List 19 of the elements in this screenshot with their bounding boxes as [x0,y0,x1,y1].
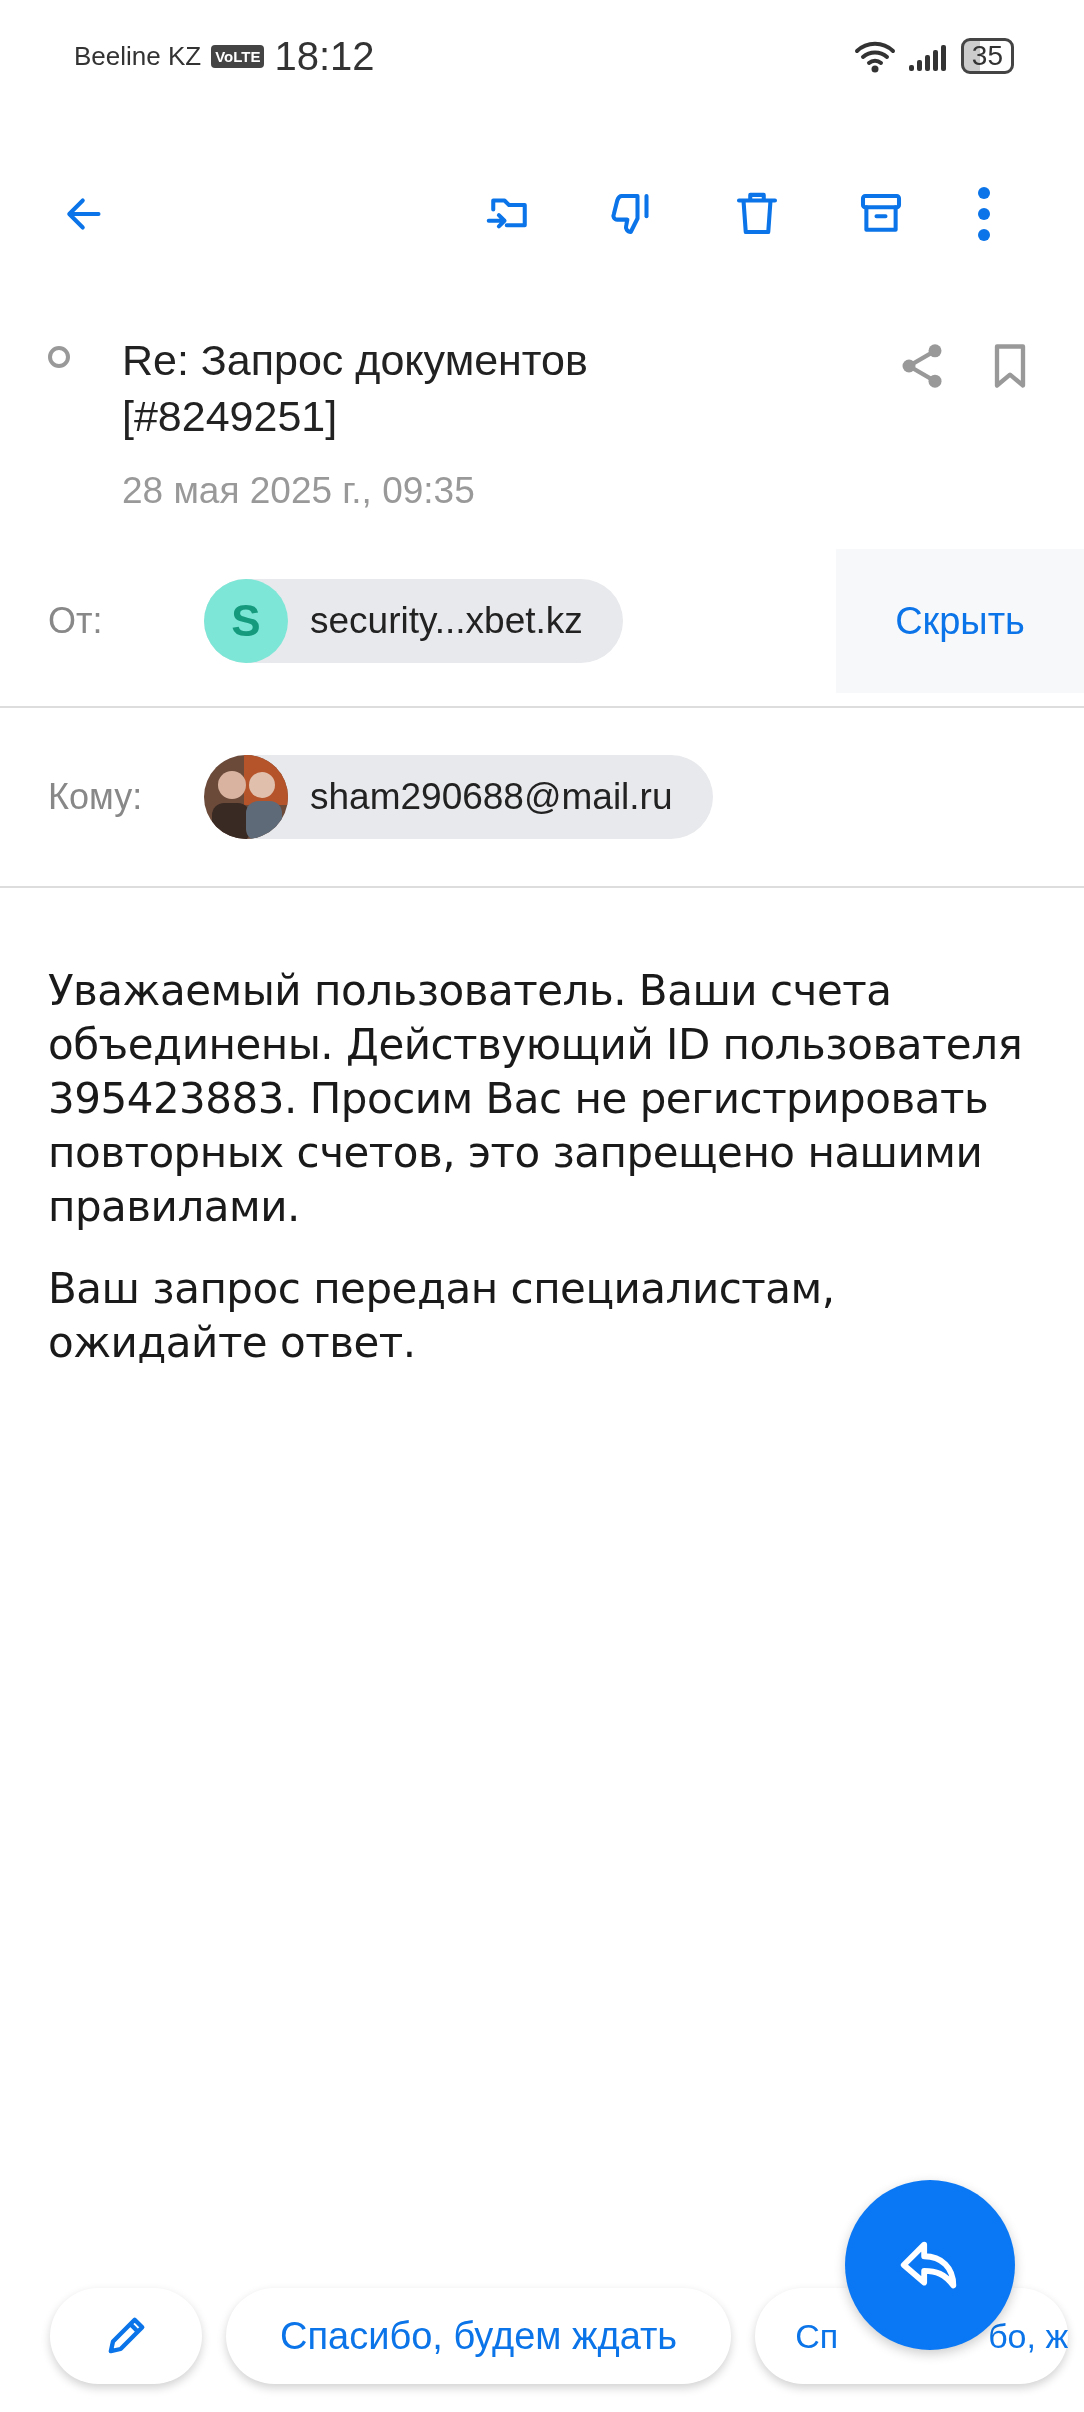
carrier-name: Beeline KZ [74,40,202,72]
quick-reply-button[interactable]: Спасибо, будем ждать [226,2288,732,2384]
from-label: От: [48,600,104,642]
read-status-dot[interactable] [48,346,70,368]
more-icon [978,187,990,241]
message-date: 28 мая 2025 г., 09:35 [122,470,476,512]
recipient-chip[interactable]: sham290688@mail.ru [204,755,713,839]
wifi-icon [852,39,897,73]
sender-avatar: S [204,579,288,663]
message-subject: Re: Запрос документов [#8249251] [122,335,589,442]
hide-button[interactable]: Скрыть [836,549,1084,693]
clock: 18:12 [274,33,375,79]
edit-button[interactable] [50,2288,202,2384]
to-label: Кому: [48,776,144,818]
battery-indicator: 35 [960,38,1014,74]
message-paragraph: Ваш запрос передан специалистам, ожидайте ответ. [48,1263,836,1369]
message-paragraph: Уважаемый пользователь. Ваши счета объединены. Действующий ID пользователя 395423883. Просим Вас не регистрировать повторных счетов, это запрещено нашими правилами. [48,965,1024,1233]
sender-chip[interactable]: S security...xbet.kz [204,579,623,663]
volte-badge: VoLTE [211,44,265,68]
